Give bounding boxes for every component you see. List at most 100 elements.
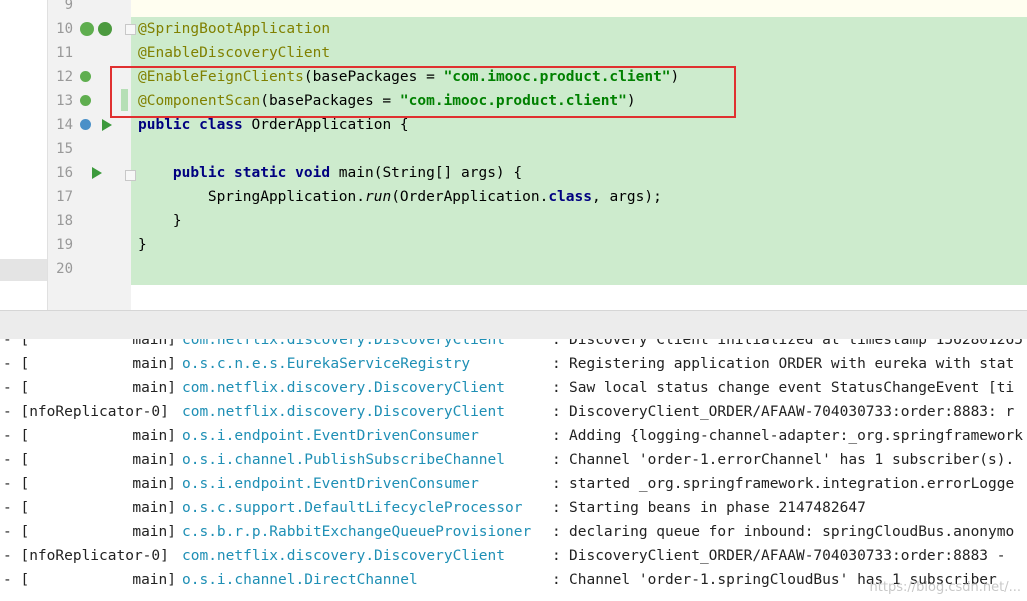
line-number: 11 (56, 45, 73, 61)
code-token: public class (138, 117, 252, 133)
log-logger-name: com.netflix.discovery.DiscoveryClient (182, 339, 506, 348)
line-number: 14 (56, 117, 73, 133)
log-thread-prefix: - [ (3, 380, 30, 396)
log-thread-name: main] (132, 380, 176, 396)
code-token: main(String[] args) { (338, 165, 523, 181)
log-message: Discovery Client initialized at timestam… (569, 339, 1023, 348)
code-line[interactable]: } (138, 209, 182, 233)
log-line: - [ main] o.s.i.endpoint.EventDrivenConsum… (0, 424, 1027, 448)
fold-marker-icon[interactable] (125, 24, 136, 35)
spring-bean-icon[interactable] (80, 95, 91, 106)
log-line: - [main] o.s.c.n.e.s.EurekaServiceRegistr… (0, 352, 1027, 376)
code-line[interactable]: @SpringBootApplication (138, 17, 330, 41)
log-line: - [ main] o.s.i.endpoint.EventDrivenConsum… (0, 472, 1027, 496)
line-number: 12 (56, 69, 73, 85)
log-message: Channel 'order-1.errorChannel' has 1 sub… (569, 452, 1015, 468)
spring-bean-icon[interactable] (80, 71, 91, 82)
line-number: 17 (56, 189, 73, 205)
log-line: - [nfoReplicator-0] com.netflix.discovery… (0, 544, 1027, 568)
log-separator: : (552, 356, 561, 372)
log-separator: : (552, 452, 561, 468)
log-thread-prefix: - [ (3, 500, 30, 516)
line-number: 13 (56, 93, 73, 109)
log-thread-prefix: - [nfoReplicator-0] (3, 404, 169, 420)
code-line[interactable]: } (138, 233, 147, 257)
log-message: DiscoveryClient_ORDER/AFAAW-704030733:or… (569, 404, 1015, 420)
spring-bean-icon[interactable] (80, 22, 94, 36)
log-line: - [main] o.s.c.support.DefaultLifecyclePr… (0, 496, 1027, 520)
log-thread-name: main] (132, 339, 176, 348)
code-token: } (138, 213, 182, 229)
log-thread-name: main] (132, 428, 176, 444)
code-line[interactable]: @EnableDiscoveryClient (138, 41, 330, 65)
log-separator: : (552, 339, 561, 348)
log-thread-prefix: - [ (3, 356, 30, 372)
run-class-icon[interactable] (102, 119, 112, 131)
run-main-icon[interactable] (92, 167, 102, 179)
log-logger-name: o.s.i.endpoint.EventDrivenConsumer (182, 428, 479, 444)
annotation-highlight-box (110, 66, 736, 118)
code-line[interactable]: SpringApplication.run(OrderApplication.c… (138, 185, 662, 209)
code-token: } (138, 237, 147, 253)
log-thread-prefix: - [ (3, 339, 30, 348)
code-token: , args); (591, 189, 662, 205)
log-message: Adding {logging-channel-adapter:_org.spr… (569, 428, 1023, 444)
log-thread-prefix: - [ (3, 572, 30, 588)
line-number: 15 (56, 141, 73, 157)
log-thread-name: main] (132, 572, 176, 588)
watermark: https://blog.csdn.net/... (869, 580, 1021, 595)
log-line: - [main] c.s.b.r.p.RabbitExchangeQueuePro… (0, 520, 1027, 544)
log-thread-name: main] (132, 500, 176, 516)
log-separator: : (552, 548, 561, 564)
log-logger-name: o.s.i.endpoint.EventDrivenConsumer (182, 476, 479, 492)
log-thread-name: main] (132, 476, 176, 492)
log-message: started _org.springframework.integration… (569, 476, 1015, 492)
log-message: declaring queue for inbound: springCloud… (569, 524, 1015, 540)
code-token: (OrderApplication. (391, 189, 549, 205)
code-token: OrderApplication { (251, 117, 409, 133)
fold-marker-icon[interactable] (125, 170, 136, 181)
log-logger-name: o.s.i.channel.DirectChannel (182, 572, 418, 588)
run-console[interactable]: - [ main] com.netflix.discovery.DiscoveryC… (0, 339, 1027, 601)
spring-config-icon[interactable] (98, 22, 112, 36)
log-separator: : (552, 404, 561, 420)
code-token: @EnableDiscoveryClient (138, 45, 331, 61)
log-logger-name: o.s.i.channel.PublishSubscribeChannel (182, 452, 506, 468)
log-separator: : (552, 476, 561, 492)
log-separator: : (552, 500, 561, 516)
log-separator: : (552, 428, 561, 444)
log-thread-prefix: - [ (3, 428, 30, 444)
editor-left-strip (0, 0, 47, 310)
log-thread-prefix: - [ (3, 452, 30, 468)
log-line: - [ main] com.netflix.discovery.DiscoveryC… (0, 376, 1027, 400)
log-message: Starting beans in phase 2147482647 (569, 500, 866, 516)
line-number: 20 (56, 261, 73, 277)
log-logger-name: com.netflix.discovery.DiscoveryClient (182, 404, 506, 420)
strip-selection-mark (0, 259, 47, 281)
code-token: class (548, 189, 592, 205)
log-thread-name: main] (132, 452, 176, 468)
log-logger-name: com.netflix.discovery.DiscoveryClient (182, 380, 506, 396)
code-token: public static void (172, 165, 339, 181)
log-line: - [ main] com.netflix.discovery.DiscoveryC… (0, 339, 1027, 352)
code-token: SpringApplication. (138, 189, 365, 205)
tool-window-header[interactable] (0, 310, 1027, 340)
line-number: 19 (56, 237, 73, 253)
log-thread-name: main] (132, 356, 176, 372)
log-thread-prefix: - [nfoReplicator-0] (3, 548, 169, 564)
line-number: 10 (56, 21, 73, 37)
line-number: 9 (64, 0, 73, 13)
code-token: @SpringBootApplication (138, 21, 331, 37)
log-line: - [ main] o.s.i.channel.PublishSubscribeCh… (0, 448, 1027, 472)
code-editor[interactable]: 9 10 11 12 13 14 15 16 17 18 19 20 @SpringBootAppli… (0, 0, 1027, 310)
code-token: run (364, 189, 392, 205)
log-logger-name: com.netflix.discovery.DiscoveryClient (182, 548, 506, 564)
log-thread-prefix: - [ (3, 476, 30, 492)
code-line[interactable]: public static void main(String[] args) { (138, 161, 522, 185)
log-message: DiscoveryClient_ORDER/AFAAW-704030733:or… (569, 548, 1006, 564)
log-message: Saw local status change event StatusChan… (569, 380, 1015, 396)
log-thread-name: main] (132, 524, 176, 540)
spring-boot-icon[interactable] (80, 119, 91, 130)
log-separator: : (552, 572, 561, 588)
